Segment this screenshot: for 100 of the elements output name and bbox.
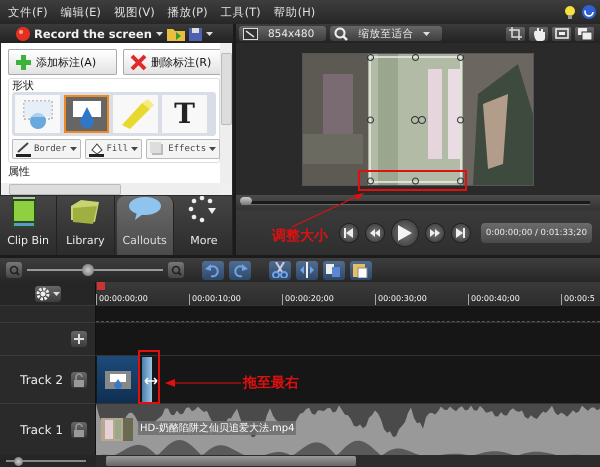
zoom-slider[interactable]	[27, 264, 163, 276]
copy-icon	[326, 262, 342, 278]
callout-clip[interactable]	[142, 357, 152, 402]
paste-icon	[353, 262, 369, 278]
caret-icon	[209, 147, 216, 151]
menu-item[interactable]: 工具(T)	[216, 4, 270, 20]
tab[interactable]: Library	[57, 196, 114, 255]
callout-clip[interactable]	[97, 356, 138, 403]
border-button[interactable]: Border	[12, 139, 81, 159]
hand-button[interactable]	[529, 26, 548, 40]
zoom-out-button[interactable]	[6, 262, 22, 278]
settings-icon	[35, 286, 51, 302]
fast-forward-button[interactable]	[424, 222, 445, 242]
plus-icon	[15, 54, 32, 70]
clip-name: HD-奶酪陷阱之仙贝追爱大法.mp4	[138, 421, 296, 435]
hand-icon	[532, 26, 546, 40]
crop-button[interactable]	[506, 26, 525, 40]
horizontal-scrollbar[interactable]	[96, 455, 600, 467]
lock-button[interactable]	[71, 372, 87, 388]
video-clip[interactable]: HD-奶酪陷阱之仙贝追爱大法.mp4	[96, 404, 600, 455]
slider-thumb[interactable]	[14, 457, 23, 466]
track-name: Track 2	[20, 372, 63, 386]
delete-callout-button[interactable]: 删除标注(R)	[123, 49, 220, 75]
annotation-label: 拖至最右	[243, 374, 299, 392]
lightbulb-icon[interactable]	[564, 5, 576, 19]
menu-item[interactable]: 编辑(E)	[56, 4, 110, 20]
menu-item[interactable]: 文件(F)	[4, 4, 57, 20]
lock-icon	[72, 372, 86, 386]
copy-button[interactable]	[323, 260, 345, 280]
annotation-label: 调整大小	[272, 227, 328, 245]
crop-icon	[508, 26, 522, 40]
caret-icon	[70, 147, 77, 151]
resize-cursor-icon	[144, 376, 158, 386]
undo-icon	[205, 262, 221, 278]
caret-icon	[423, 32, 430, 36]
menu-item[interactable]: 播放(P)	[164, 4, 217, 20]
play-icon	[398, 224, 412, 240]
caret-icon[interactable]	[206, 32, 213, 36]
search-icon	[170, 264, 182, 276]
tab[interactable]: Callouts	[116, 196, 174, 255]
time-display: 0:00:00;00 / 0:01:33;20	[480, 222, 592, 242]
zoom-dropdown[interactable]: 缩放至适合	[330, 26, 442, 41]
plus-icon	[72, 332, 86, 346]
redo-button[interactable]	[229, 260, 251, 280]
callout-shape[interactable]: T	[162, 95, 207, 133]
scissors-icon	[272, 262, 288, 278]
add-callout-button[interactable]: 添加标注(A)	[8, 49, 118, 75]
slider-thumb[interactable]	[82, 264, 94, 276]
help-icon[interactable]	[582, 5, 596, 19]
time-ruler[interactable]: 00:00:00;00 00:00:10;00 00:00:20;00 00:00:30;00 00:00:40;00 00:00:5	[96, 282, 600, 305]
group-title: 属性	[8, 166, 31, 178]
slider-thumb[interactable]	[240, 196, 252, 204]
lock-button[interactable]	[71, 422, 87, 438]
menu-item[interactable]: 视图(V)	[110, 4, 164, 20]
effects-icon	[150, 142, 166, 156]
redo-icon	[232, 262, 248, 278]
split-icon	[299, 262, 315, 278]
tab[interactable]: Clip Bin	[0, 196, 58, 255]
skip-start-icon	[344, 228, 354, 238]
cut-button[interactable]	[269, 260, 291, 280]
skip-end-icon	[456, 228, 466, 238]
resolution-button[interactable]: 854x480	[239, 26, 326, 41]
paste-button[interactable]	[350, 260, 372, 280]
border-icon	[16, 142, 31, 156]
split-button[interactable]	[296, 260, 318, 280]
folder-icon[interactable]	[166, 26, 185, 41]
resize-icon	[243, 28, 258, 40]
callout-shape[interactable]	[64, 95, 109, 133]
fill-icon	[88, 142, 104, 156]
last-frame-button[interactable]	[450, 222, 471, 242]
cross-icon	[130, 54, 148, 70]
caret-icon	[53, 292, 60, 296]
highlight-frame	[138, 350, 160, 404]
selection-handles[interactable]	[367, 54, 465, 184]
fullscreen-icon	[554, 26, 568, 40]
record-icon[interactable]	[16, 26, 30, 40]
zoom-in-button[interactable]	[168, 262, 184, 278]
detach-button[interactable]	[575, 26, 594, 40]
search-icon	[8, 264, 20, 276]
effects-button[interactable]: Effects	[146, 139, 220, 159]
save-icon[interactable]	[188, 26, 202, 40]
undo-button[interactable]	[202, 260, 224, 280]
search-icon	[334, 26, 348, 40]
group-title: 形状	[12, 79, 35, 92]
tab[interactable]: More	[176, 196, 233, 255]
rewind-icon	[370, 228, 380, 236]
detach-icon	[578, 26, 592, 40]
add-track-button[interactable]	[71, 331, 87, 347]
play-button[interactable]	[390, 218, 419, 246]
settings-button[interactable]	[34, 286, 60, 302]
first-frame-button[interactable]	[338, 222, 359, 242]
callout-icon	[104, 370, 130, 388]
caret-icon	[131, 147, 138, 151]
fast-forward-icon	[430, 228, 440, 236]
caret-icon[interactable]	[156, 32, 163, 36]
rewind-button[interactable]	[364, 222, 385, 242]
fill-button[interactable]: Fill	[84, 139, 142, 159]
fullscreen-button[interactable]	[552, 26, 571, 40]
menu-item[interactable]: 帮助(H)	[270, 4, 324, 20]
lock-icon	[72, 422, 86, 436]
